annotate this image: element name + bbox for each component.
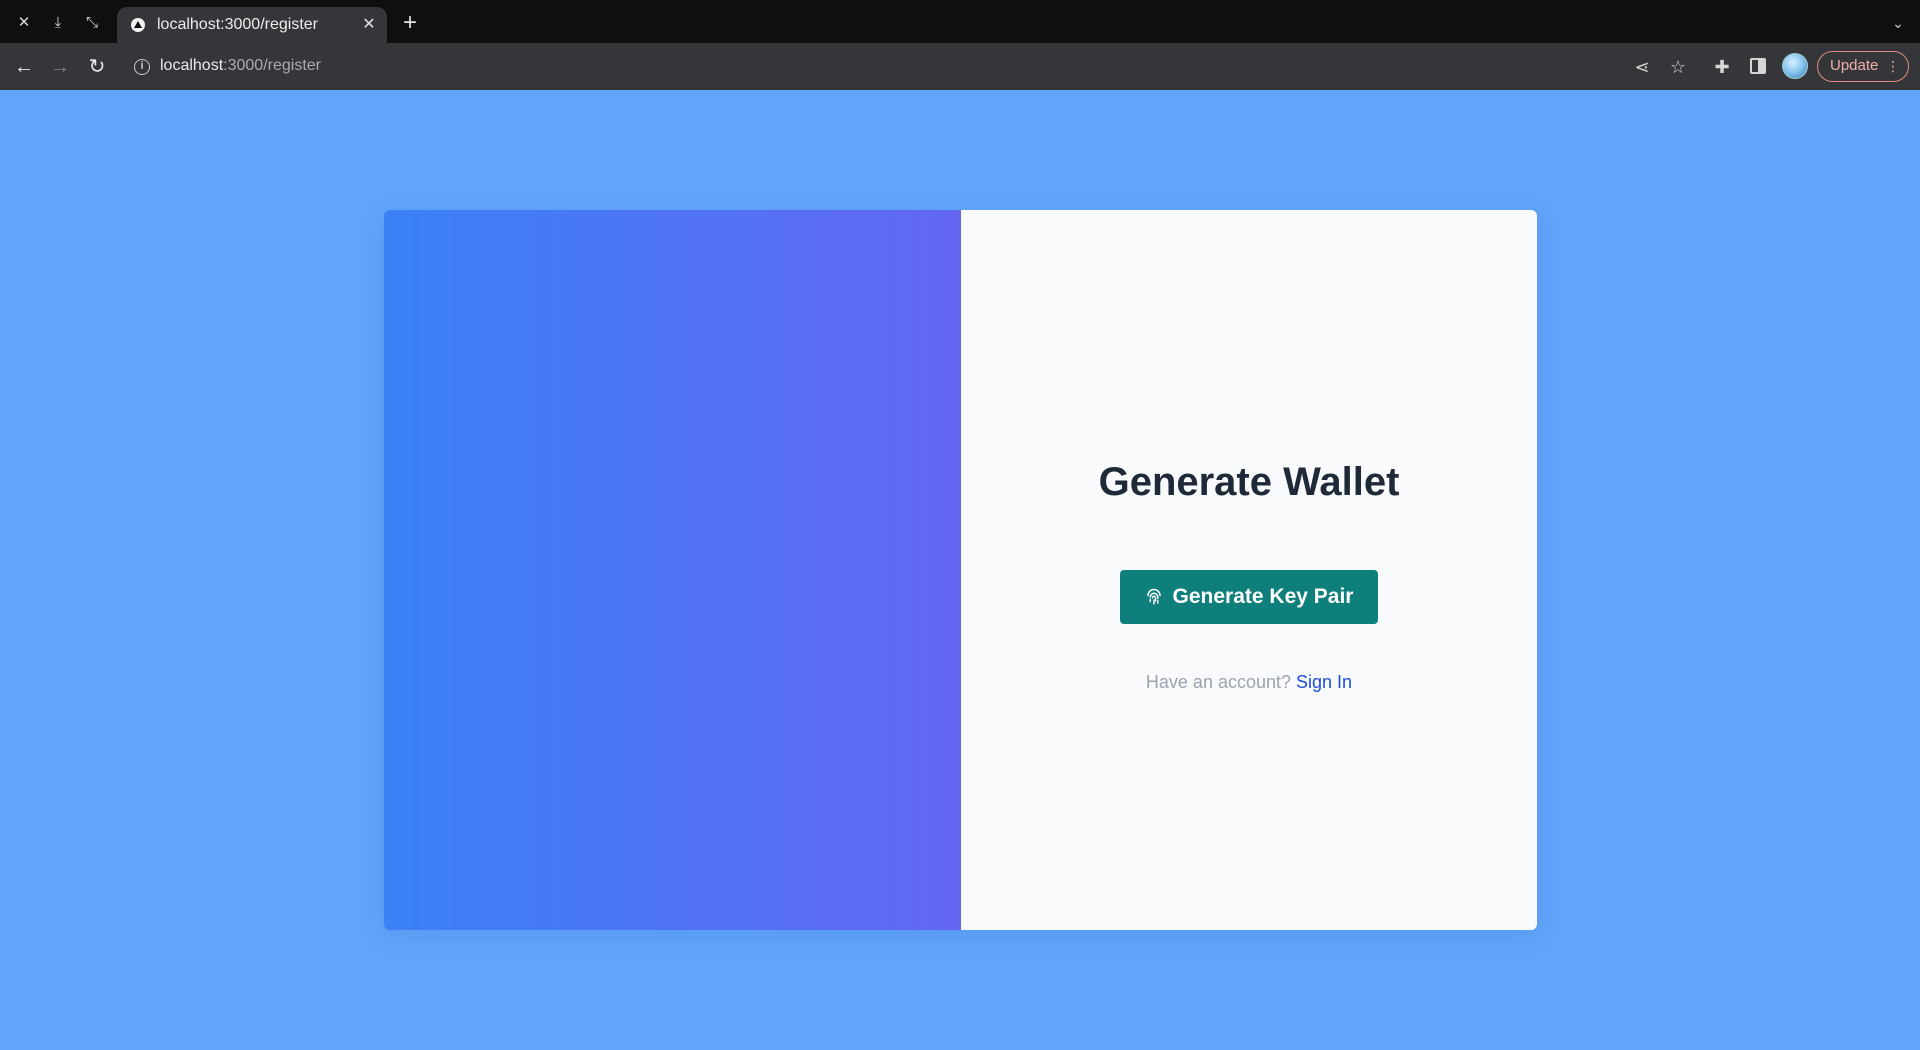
more-vertical-icon: ⋮	[1886, 58, 1900, 74]
signin-link[interactable]: Sign In	[1296, 672, 1352, 692]
site-info-icon[interactable]: i	[134, 59, 150, 75]
triangle-icon	[131, 18, 145, 32]
restore-window-icon[interactable]: ⤡	[81, 12, 103, 34]
browser-toolbar: ← → ↻ i localhost:3000/register ⋖ ☆ ✚ Up…	[0, 43, 1920, 90]
signin-prompt: Have an account? Sign In	[961, 672, 1537, 693]
update-button[interactable]: Update ⋮	[1817, 51, 1909, 82]
share-icon[interactable]: ⋖	[1630, 55, 1654, 79]
new-tab-button[interactable]: +	[398, 11, 422, 35]
register-card: Generate Wallet Generate Key Pair Have a…	[384, 210, 1537, 930]
profile-avatar[interactable]	[1782, 53, 1808, 79]
chevron-down-icon[interactable]: ⌄	[1888, 13, 1908, 33]
update-button-label: Update	[1830, 57, 1879, 74]
browser-tab-strip: ✕ ⤓ ⤡ localhost:3000/register ✕ + ⌄	[0, 0, 1920, 43]
page-title: Generate Wallet	[1098, 460, 1400, 504]
gradient-panel	[384, 210, 961, 930]
forward-button[interactable]: →	[48, 55, 72, 79]
minimize-window-icon[interactable]: ⤓	[47, 12, 69, 34]
form-panel: Generate Wallet Generate Key Pair Have a…	[961, 210, 1537, 930]
browser-tab[interactable]: localhost:3000/register ✕	[117, 7, 387, 43]
have-account-text: Have an account?	[1145, 672, 1292, 692]
url-path: :3000/register	[223, 57, 321, 74]
reload-button[interactable]: ↻	[85, 55, 109, 79]
fingerprint-icon	[1145, 588, 1163, 606]
url-host: localhost	[160, 57, 224, 74]
close-window-icon[interactable]: ✕	[13, 12, 35, 34]
generate-key-pair-button[interactable]: Generate Key Pair	[1120, 570, 1378, 624]
address-bar[interactable]: localhost:3000/register	[160, 57, 321, 75]
side-panel-icon[interactable]	[1750, 58, 1766, 74]
bookmark-star-icon[interactable]: ☆	[1666, 55, 1690, 79]
generate-key-pair-label: Generate Key Pair	[1172, 585, 1354, 608]
back-button[interactable]: ←	[12, 55, 36, 79]
tab-close-icon[interactable]: ✕	[359, 15, 379, 35]
extensions-puzzle-icon[interactable]: ✚	[1710, 55, 1734, 79]
tab-title: localhost:3000/register	[157, 16, 318, 33]
